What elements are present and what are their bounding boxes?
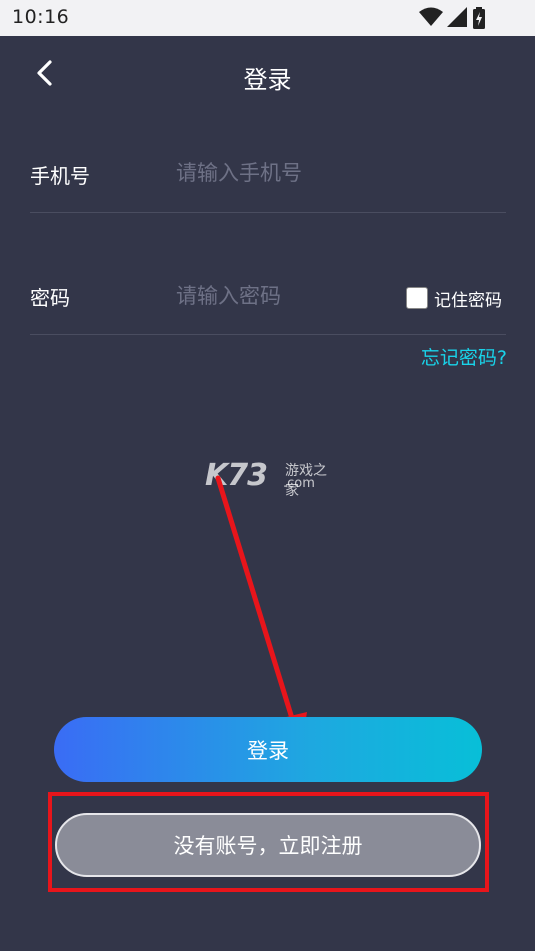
forgot-password-link[interactable]: 忘记密码?: [421, 343, 507, 370]
register-button[interactable]: 没有账号，立即注册: [55, 813, 481, 877]
status-bar: 10:16: [0, 0, 535, 36]
phone-input[interactable]: [176, 158, 476, 188]
phone-label: 手机号: [30, 164, 90, 188]
battery-icon: [473, 7, 485, 29]
login-button[interactable]: 登录: [54, 717, 482, 782]
remember-password-toggle[interactable]: 记住密码: [406, 286, 502, 311]
password-divider: [30, 334, 506, 335]
remember-password-checkbox[interactable]: [406, 287, 428, 309]
phone-divider: [30, 212, 506, 213]
page-title: 登录: [243, 66, 292, 94]
watermark-brand: K73: [205, 458, 268, 493]
watermark-domain: .com: [283, 476, 315, 491]
wifi-icon: [419, 7, 443, 26]
remember-password-label: 记住密码: [434, 290, 502, 311]
password-label: 密码: [30, 286, 70, 310]
watermark-logo: K73 游戏之家 .com: [205, 458, 335, 499]
signal-icon: [447, 7, 467, 27]
status-time: 10:16: [12, 6, 70, 28]
password-input[interactable]: [176, 281, 396, 311]
